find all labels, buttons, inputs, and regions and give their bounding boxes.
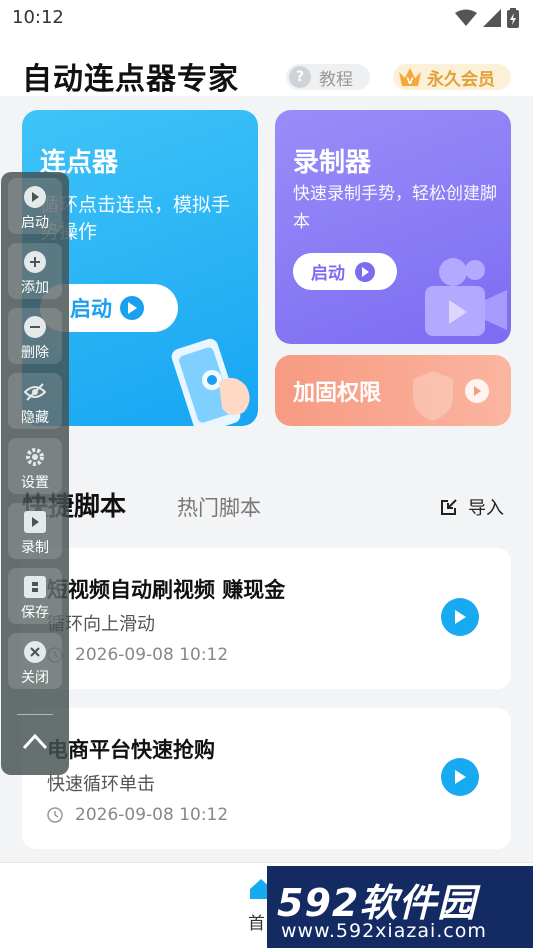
permission-card[interactable]: 加固权限 [275,355,511,426]
app-title: 自动连点器专家 [22,62,239,97]
float-close-button[interactable]: 关闭 [8,633,62,689]
floating-toolbar[interactable]: 启动 添加 删除 隐藏 设置 录制 保存 关闭 [1,172,69,775]
float-settings-label: 设置 [21,475,49,491]
watermark-url: www.592xiazai.com [281,920,487,942]
chevron-up-icon[interactable] [21,728,49,754]
script-date: 2026-09-08 10:12 [47,805,228,825]
play-icon [355,261,375,282]
question-icon: ? [289,66,311,88]
permission-title: 加固权限 [293,381,382,406]
play-icon [24,186,46,208]
recorder-title: 录制器 [293,148,372,178]
app-header: 自动连点器专家 ? 教程 V 永久会员 [0,36,533,97]
recorder-desc: 快速录制手势，轻松创建脚本 [293,184,497,232]
float-record-button[interactable]: 录制 [8,503,62,559]
camera-illustration [425,258,507,336]
vip-button[interactable]: V 永久会员 [393,64,511,90]
battery-icon [507,8,519,28]
tutorial-label: 教程 [319,69,353,90]
play-icon [120,296,144,320]
shield-icon [413,371,453,421]
script-name: 短视频自动刷视频 赚现金 [47,578,286,602]
script-card[interactable]: 电商平台快速抢购 快速循环单击 2026-09-08 10:12 [22,708,511,849]
script-card[interactable]: 短视频自动刷视频 赚现金 循环向上滑动 2026-09-08 10:12 [22,548,511,689]
script-run-button[interactable] [441,598,479,636]
clicker-desc: 循环点击连点，模拟手势操作 [40,194,231,243]
float-add-label: 添加 [21,280,49,296]
clock-icon [47,807,63,823]
save-icon [24,576,46,598]
float-start-button[interactable]: 启动 [8,178,62,234]
float-add-button[interactable]: 添加 [8,243,62,299]
watermark: 592软件园 www.592xiazai.com [267,866,533,948]
vip-label: 永久会员 [427,69,495,90]
status-time: 10:12 [12,7,64,28]
eye-off-icon [24,381,46,403]
tutorial-button[interactable]: ? 教程 [286,64,370,90]
svg-text:V: V [407,77,414,87]
minus-icon [24,316,46,338]
wifi-icon [455,9,477,26]
script-run-button[interactable] [441,758,479,796]
signal-icon [483,9,501,27]
play-icon [455,770,466,784]
nav-home-label: 首 [248,914,265,934]
plus-icon [24,251,46,273]
script-name: 电商平台快速抢购 [47,738,215,762]
float-hide-button[interactable]: 隐藏 [8,373,62,429]
float-delete-label: 删除 [21,345,49,361]
status-bar: 10:12 [0,0,533,36]
crown-icon: V [399,68,421,87]
record-icon [24,511,46,533]
tab-hot-scripts[interactable]: 热门脚本 [177,492,261,522]
float-settings-button[interactable]: 设置 [8,438,62,494]
float-hide-label: 隐藏 [21,410,49,426]
script-date-text: 2026-09-08 10:12 [75,645,229,665]
float-save-label: 保存 [21,605,49,621]
status-icons [455,8,519,28]
import-button[interactable]: 导入 [440,494,504,520]
gear-icon [24,446,46,468]
recorder-start-button[interactable]: 启动 [293,253,397,290]
import-icon [441,499,457,515]
float-close-label: 关闭 [21,670,49,686]
float-divider [17,714,53,715]
close-icon [24,641,46,663]
script-section-header: 快捷脚本 热门脚本 导入 [0,480,533,530]
play-icon [455,610,466,624]
float-save-button[interactable]: 保存 [8,568,62,624]
import-label: 导入 [468,498,504,519]
script-date: 2026-09-08 10:12 [47,645,228,665]
watermark-brand: 592软件园 [277,881,477,925]
clicker-start-label: 启动 [70,297,112,321]
script-date-text: 2026-09-08 10:12 [75,805,229,825]
recorder-card[interactable]: 录制器 快速录制手势，轻松创建脚本 启动 [275,110,511,344]
float-delete-button[interactable]: 删除 [8,308,62,364]
float-record-label: 录制 [21,540,49,556]
float-start-label: 启动 [21,215,49,231]
recorder-start-label: 启动 [311,264,345,284]
phone-tap-illustration [171,338,250,426]
play-icon [465,379,489,403]
